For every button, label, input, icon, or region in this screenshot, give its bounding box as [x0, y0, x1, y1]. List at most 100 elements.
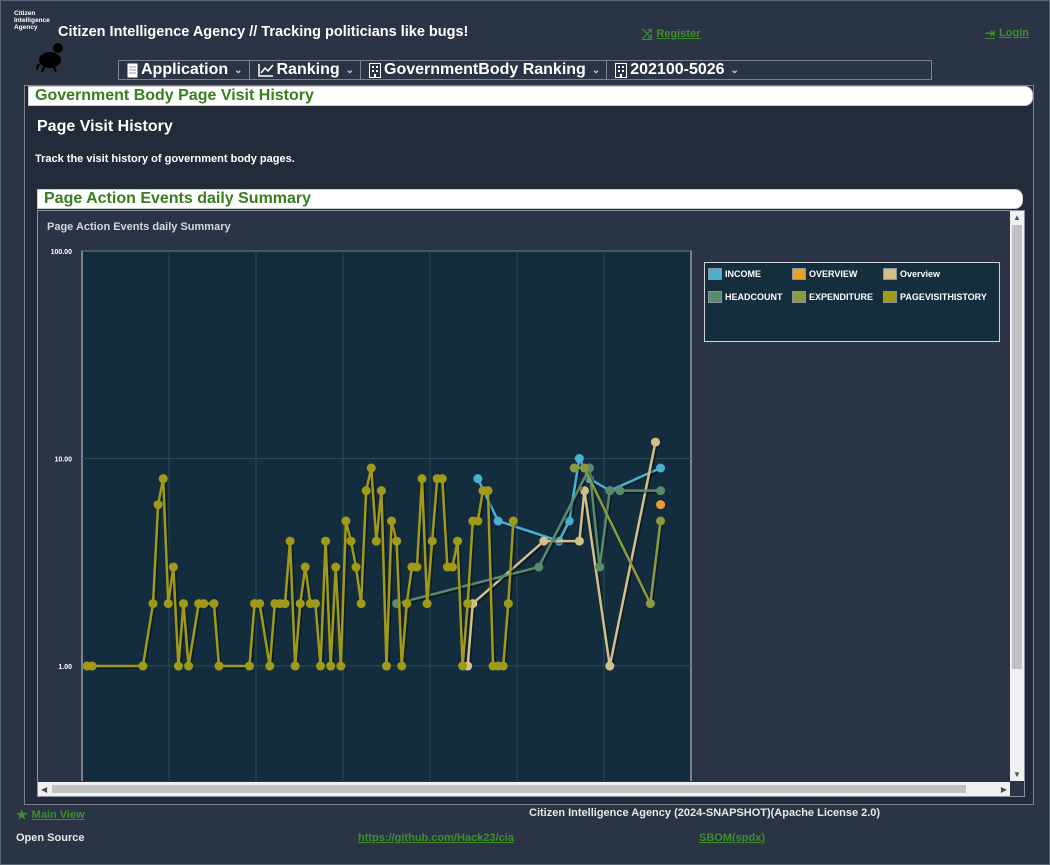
data-point-pagevisithistory [422, 599, 432, 609]
legend-label: INCOME [725, 269, 761, 279]
horizontal-scroll-thumb[interactable] [52, 785, 966, 793]
data-point-pagevisithistory [179, 599, 188, 609]
legend-label: PAGEVISITHISTORY [900, 292, 987, 302]
y-tick-label: 1.00 [58, 664, 72, 671]
vertical-scroll-thumb[interactable] [1012, 225, 1022, 669]
data-point-pagevisithistory [376, 486, 386, 496]
data-point-pagevisithistory [326, 661, 336, 671]
chevron-down-icon: ⌄ [345, 64, 355, 76]
open-source-label: Open Source [16, 832, 85, 844]
legend-swatch [792, 291, 806, 303]
data-point-pagevisithistory [387, 516, 397, 526]
data-point-pagevisithistory [437, 474, 447, 484]
horizontal-scrollbar[interactable]: ◀ ▶ [38, 782, 1010, 796]
data-point-pagevisithistory [184, 661, 194, 671]
legend-swatch [708, 268, 722, 280]
chart-line-icon [257, 64, 274, 77]
shuffle-icon: ⤨ [642, 26, 653, 41]
legend-item-pagevisithistory[interactable]: PAGEVISITHISTORY [883, 291, 987, 303]
data-point-pagevisithistory [351, 562, 361, 572]
data-point-headcount [615, 486, 625, 496]
chart-container[interactable]: Page Action Events daily Summary 100.00 1… [37, 210, 1025, 797]
logo-line: Citizen [14, 10, 36, 17]
data-point-expenditure [579, 463, 589, 473]
data-point-pagevisithistory [158, 474, 168, 484]
data-point-overview [574, 536, 584, 546]
legend-swatch [792, 268, 806, 280]
data-point-pagevisithistory [280, 599, 290, 609]
logo-line: Intelligence [14, 17, 50, 24]
menu-organisation-id[interactable]: 202100-5026 ⌄ [607, 61, 745, 79]
document-icon [127, 63, 138, 77]
legend-item-headcount[interactable]: HEADCOUNT [708, 291, 783, 303]
scroll-up-icon[interactable]: ▲ [1013, 213, 1021, 222]
data-point-pagevisithistory [153, 500, 163, 510]
data-point-pagevisithistory [498, 661, 508, 671]
menu-label: 202100-5026 [630, 61, 725, 78]
main-view-link[interactable]: ★ Main View [16, 807, 85, 823]
data-point-headcount [595, 562, 605, 572]
data-point-pagevisithistory [209, 599, 219, 609]
menu-ranking[interactable]: Ranking ⌄ [250, 61, 362, 79]
menu-governmentbody-ranking[interactable]: GovernmentBody Ranking ⌄ [361, 61, 608, 79]
data-point-pagevisithistory [244, 661, 254, 671]
plot-area [81, 250, 692, 781]
data-point-expenditure [645, 599, 655, 609]
data-point-overview [656, 500, 666, 510]
data-point-income [493, 516, 503, 526]
menu-label: Application [141, 61, 229, 78]
data-point-pagevisithistory [163, 599, 173, 609]
sbom-link[interactable]: SBOM(spdx) [699, 832, 765, 844]
scroll-right-icon[interactable]: ▶ [1001, 785, 1007, 794]
data-point-pagevisithistory [382, 661, 391, 671]
data-point-pagevisithistory [427, 536, 437, 546]
page-description: Track the visit history of government bo… [35, 153, 295, 165]
data-point-pagevisithistory [214, 661, 224, 671]
data-point-pagevisithistory [402, 599, 412, 609]
data-point-expenditure [569, 463, 579, 473]
data-point-pagevisithistory [255, 599, 265, 609]
app-title: Citizen Intelligence Agency // Tracking … [58, 24, 469, 40]
chevron-down-icon: ⌄ [730, 64, 739, 76]
legend-item-expenditure[interactable]: EXPENDITURE [792, 291, 873, 303]
data-point-overview [539, 536, 549, 546]
data-point-pagevisithistory [341, 516, 351, 526]
scroll-down-icon[interactable]: ▼ [1013, 770, 1021, 779]
chart-legend: INCOME OVERVIEW Overview HEADCOUNT EXPENDITU… [704, 262, 1000, 342]
legend-swatch [883, 291, 897, 303]
chevron-down-icon: ⌄ [591, 64, 601, 76]
scroll-left-icon[interactable]: ◀ [41, 785, 47, 794]
data-point-pagevisithistory [331, 562, 341, 572]
chevron-down-icon: ⌄ [234, 64, 243, 76]
legend-label: EXPENDITURE [809, 292, 874, 302]
data-point-pagevisithistory [503, 599, 513, 609]
data-point-pagevisithistory [290, 661, 300, 671]
legend-item-overview[interactable]: Overview [883, 268, 940, 280]
sign-in-icon: ⇥ [985, 26, 996, 40]
register-link[interactable]: ⤨ Register [642, 26, 700, 42]
data-point-pagevisithistory [417, 474, 427, 484]
login-link[interactable]: ⇥ Login [985, 26, 1029, 40]
data-point-overview [650, 437, 660, 447]
building-icon [369, 62, 382, 78]
data-point-pagevisithistory [458, 661, 468, 671]
logo-text: Citizen Intelligence Agency [14, 10, 54, 31]
agency-logo[interactable]: Citizen Intelligence Agency [14, 10, 63, 72]
data-point-pagevisithistory [453, 536, 463, 546]
github-link[interactable]: https://github.com/Hack23/cia [358, 832, 514, 844]
data-point-pagevisithistory [361, 486, 371, 496]
version-text: Citizen Intelligence Agency (2024-SNAPSH… [529, 807, 881, 819]
data-point-pagevisithistory [412, 562, 422, 572]
menu-application[interactable]: Application ⌄ [119, 61, 250, 79]
legend-item-income[interactable]: INCOME [708, 268, 761, 280]
chart-panel-title: Page Action Events daily Summary [37, 189, 1023, 209]
data-point-pagevisithistory [265, 661, 275, 671]
legend-item-overview[interactable]: OVERVIEW [792, 268, 857, 280]
data-point-pagevisithistory [173, 661, 183, 671]
menu-label: GovernmentBody Ranking [384, 61, 586, 78]
register-label: Register [656, 28, 701, 40]
data-point-pagevisithistory [508, 516, 518, 526]
data-point-pagevisithistory [366, 463, 376, 473]
login-label: Login [999, 27, 1029, 39]
vertical-scrollbar[interactable]: ▲ ▼ [1010, 211, 1024, 781]
